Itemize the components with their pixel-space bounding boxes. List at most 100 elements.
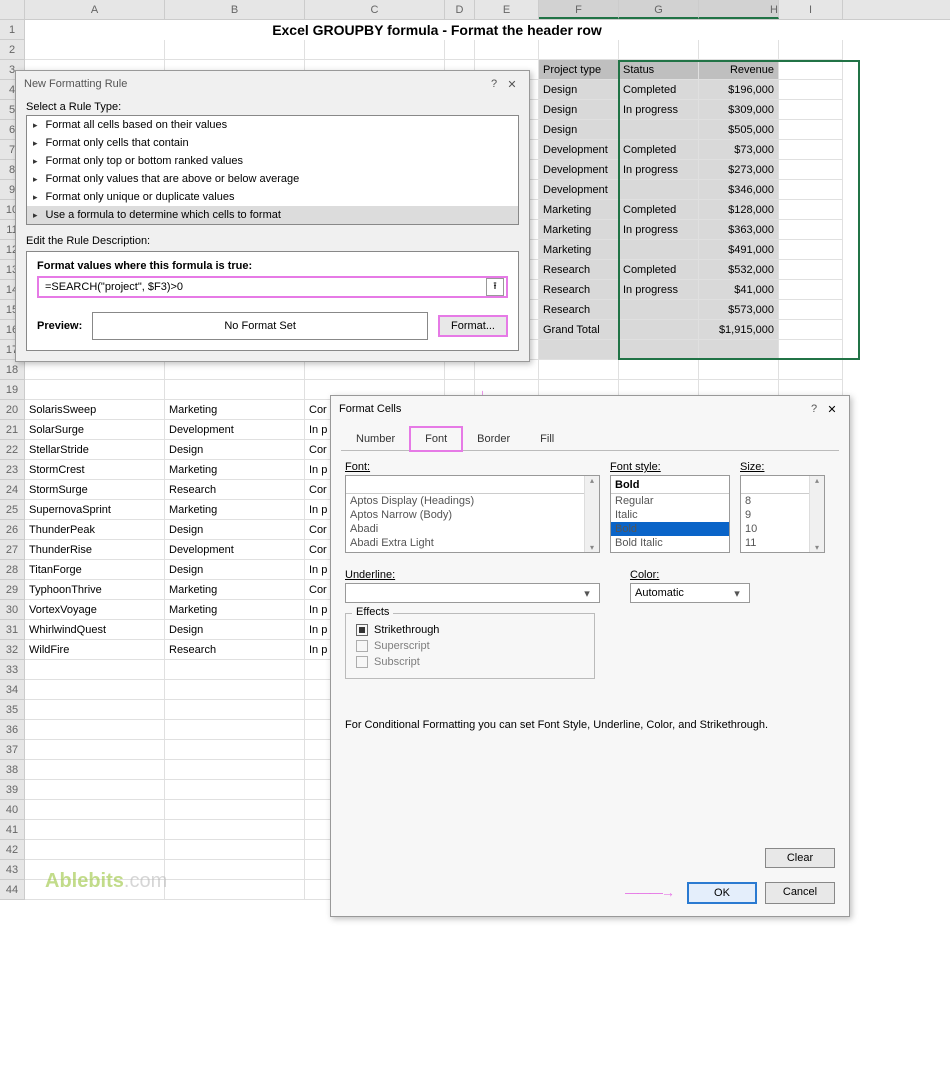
font-style-input[interactable]: Bold (611, 476, 729, 494)
cell[interactable]: Design (165, 560, 305, 580)
style-option[interactable]: Italic (611, 508, 729, 522)
cell[interactable]: StormCrest (25, 460, 165, 480)
col-header-A[interactable]: A (25, 0, 165, 19)
tab-fill[interactable]: Fill (525, 427, 569, 451)
rule-type-item[interactable]: Format only values that are above or bel… (27, 170, 518, 188)
cell[interactable]: Completed (619, 260, 699, 280)
row-header[interactable]: 25 (0, 500, 25, 520)
size-listbox[interactable]: 8910111214 (740, 475, 825, 553)
cell[interactable] (25, 700, 165, 720)
cell[interactable]: Marketing (539, 240, 619, 260)
cell[interactable] (445, 360, 475, 380)
font-option[interactable]: ADLaM Display (346, 550, 599, 553)
ok-button[interactable]: OK (687, 882, 757, 904)
cell[interactable]: Revenue (699, 60, 779, 80)
cell[interactable]: SupernovaSprint (25, 500, 165, 520)
cell[interactable] (699, 360, 779, 380)
rule-type-item[interactable]: Use a formula to determine which cells t… (27, 206, 518, 224)
cell[interactable]: Design (165, 620, 305, 640)
cell[interactable] (699, 340, 779, 360)
cell[interactable] (779, 300, 843, 320)
rule-type-list[interactable]: Format all cells based on their values Fo… (26, 115, 519, 225)
cell[interactable] (779, 220, 843, 240)
cell[interactable]: In progress (619, 280, 699, 300)
font-style-listbox[interactable]: Bold RegularItalicBoldBold Italic (610, 475, 730, 553)
cell[interactable] (619, 40, 699, 60)
cell[interactable] (779, 80, 843, 100)
style-option[interactable]: Regular (611, 494, 729, 508)
cell[interactable] (619, 320, 699, 340)
row-header[interactable]: 42 (0, 840, 25, 860)
row-header[interactable]: 22 (0, 440, 25, 460)
cell[interactable] (25, 720, 165, 740)
cell[interactable]: $196,000 (699, 80, 779, 100)
close-icon[interactable]: ✕ (503, 78, 521, 91)
cell[interactable] (25, 40, 165, 60)
cell[interactable]: $573,000 (699, 300, 779, 320)
tab-number[interactable]: Number (341, 427, 410, 451)
cell[interactable]: Marketing (165, 600, 305, 620)
help-icon[interactable]: ? (485, 78, 503, 90)
cell[interactable]: TyphoonThrive (25, 580, 165, 600)
cell[interactable]: Development (165, 540, 305, 560)
row-header[interactable]: 41 (0, 820, 25, 840)
cell[interactable]: In progress (619, 100, 699, 120)
row-header[interactable]: 20 (0, 400, 25, 420)
cell[interactable]: Research (539, 260, 619, 280)
row-header[interactable]: 33 (0, 660, 25, 680)
cell[interactable] (445, 40, 475, 60)
cell[interactable] (779, 180, 843, 200)
cell[interactable] (165, 820, 305, 840)
cell[interactable] (25, 800, 165, 820)
row-header[interactable]: 28 (0, 560, 25, 580)
row-header[interactable]: 40 (0, 800, 25, 820)
cell[interactable]: Marketing (165, 500, 305, 520)
color-combo[interactable]: Automatic▾ (630, 583, 750, 603)
cell[interactable]: Research (165, 480, 305, 500)
cell[interactable]: Research (539, 300, 619, 320)
cell[interactable]: $532,000 (699, 260, 779, 280)
range-selector-icon[interactable]: ⭱ (486, 278, 504, 296)
cell[interactable]: Completed (619, 200, 699, 220)
cell[interactable]: Marketing (165, 460, 305, 480)
rule-type-item[interactable]: Format only top or bottom ranked values (27, 152, 518, 170)
cell[interactable] (165, 700, 305, 720)
cell[interactable] (779, 60, 843, 80)
cell[interactable]: Research (539, 280, 619, 300)
cell[interactable]: $128,000 (699, 200, 779, 220)
cell[interactable] (779, 240, 843, 260)
row-header[interactable]: 39 (0, 780, 25, 800)
cell[interactable] (165, 840, 305, 860)
select-all-corner[interactable] (0, 0, 25, 19)
row-header[interactable]: 44 (0, 880, 25, 900)
cell[interactable] (619, 340, 699, 360)
cell[interactable] (25, 740, 165, 760)
cell[interactable]: In progress (619, 160, 699, 180)
row-header[interactable]: 21 (0, 420, 25, 440)
cell[interactable] (779, 120, 843, 140)
cell[interactable] (539, 360, 619, 380)
row-header[interactable]: 1 (0, 20, 25, 40)
scrollbar[interactable] (809, 476, 824, 552)
row-header[interactable]: 31 (0, 620, 25, 640)
col-header-B[interactable]: B (165, 0, 305, 19)
cell[interactable]: Design (165, 440, 305, 460)
cell[interactable] (539, 40, 619, 60)
col-header-I[interactable]: I (779, 0, 843, 19)
rule-type-item[interactable]: Format all cells based on their values (27, 116, 518, 134)
cell[interactable] (619, 300, 699, 320)
tab-font[interactable]: Font (410, 427, 462, 451)
font-option[interactable]: Aptos Narrow (Body) (346, 508, 599, 522)
cell[interactable] (165, 40, 305, 60)
cell[interactable]: SolarSurge (25, 420, 165, 440)
cell[interactable] (779, 160, 843, 180)
font-listbox[interactable]: Aptos Display (Headings)Aptos Narrow (Bo… (345, 475, 600, 553)
cell[interactable] (165, 880, 305, 900)
superscript-checkbox[interactable]: Superscript (356, 638, 584, 654)
cell[interactable] (619, 360, 699, 380)
cell[interactable]: $346,000 (699, 180, 779, 200)
cell[interactable]: Design (539, 100, 619, 120)
row-header[interactable]: 37 (0, 740, 25, 760)
cell[interactable] (165, 660, 305, 680)
col-header-E[interactable]: E (475, 0, 539, 19)
